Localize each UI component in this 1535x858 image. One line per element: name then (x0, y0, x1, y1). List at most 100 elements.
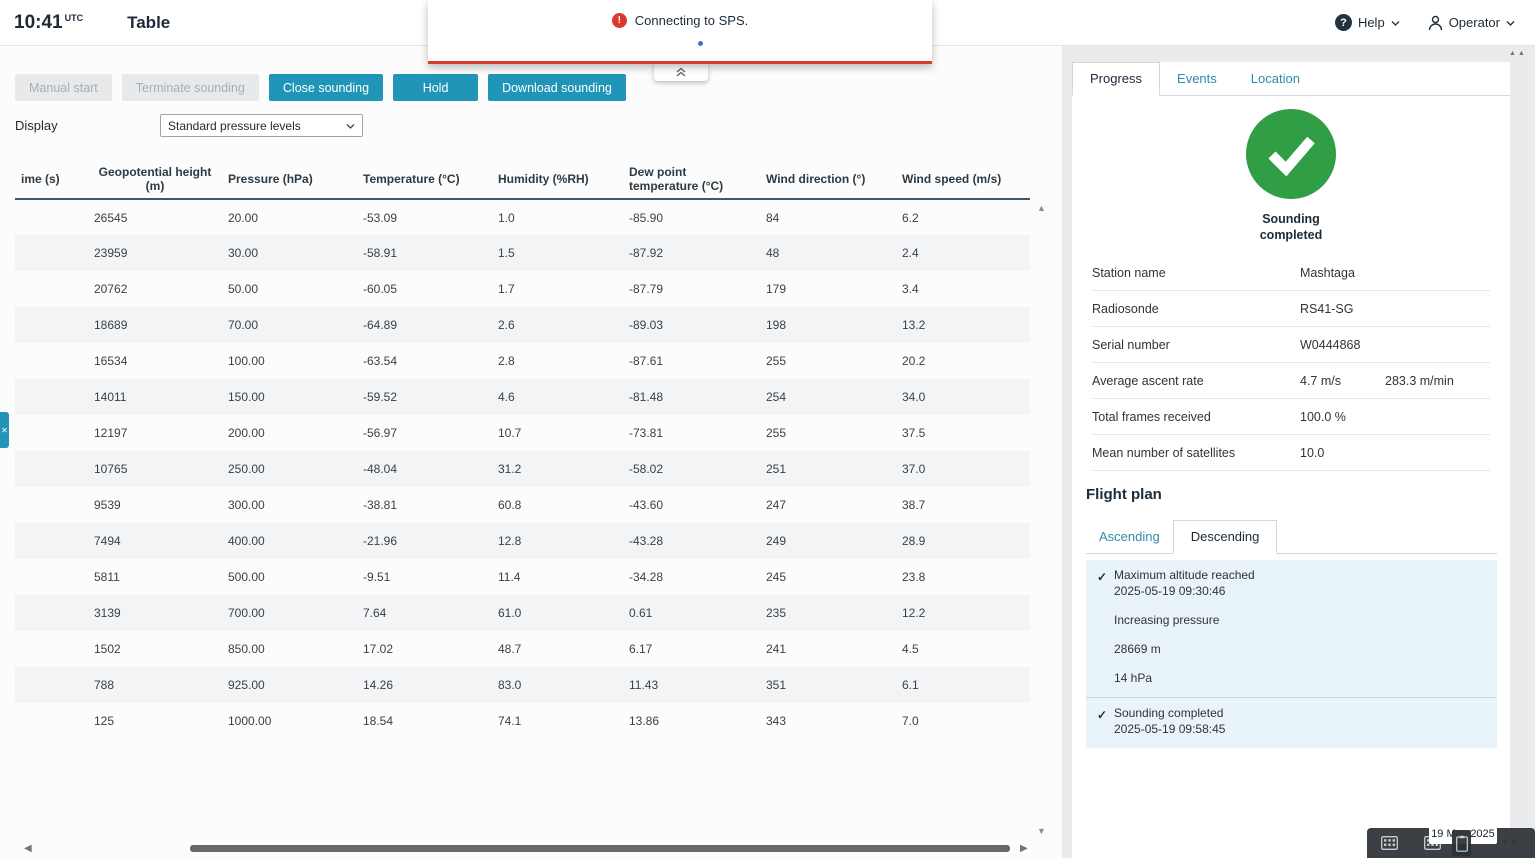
table-row[interactable]: 7494 400.00 -21.96 12.8 -43.28 249 28.9 (15, 523, 1030, 559)
table-cell: 37.5 (902, 426, 926, 440)
table-cell: 13.2 (902, 318, 926, 332)
table-cell: 249 (766, 534, 787, 548)
flight-plan-title: Flight plan (1086, 486, 1162, 503)
table-row[interactable]: 26545 20.00 -53.09 1.0 -85.90 84 6.2 (15, 199, 1030, 235)
collapse-banner-button[interactable] (654, 62, 708, 81)
chevron-down-icon (1391, 20, 1400, 26)
table-cell (15, 559, 88, 595)
table-cell (15, 307, 88, 343)
clock-time: 10:41 (14, 11, 63, 33)
table-row[interactable]: 3139 700.00 7.64 61.0 0.61 235 12.2 (15, 595, 1030, 631)
flight-tab-ascending[interactable]: Ascending (1086, 520, 1173, 553)
table-cell: 7.64 (363, 606, 387, 620)
toolbar: Manual start Terminate sounding Close soun… (15, 74, 626, 101)
table-row[interactable]: 1502 850.00 17.02 48.7 6.17 241 4.5 (15, 631, 1030, 667)
table-cell: 1502 (94, 642, 121, 656)
table-cell: 23.8 (902, 570, 926, 584)
hold-button[interactable]: Hold (393, 74, 479, 101)
sounding-table: ime (s) Geopotential height (m) Pressure (… (15, 159, 1030, 739)
column-header: Temperature (°C) (357, 159, 492, 200)
table-cell: 48.7 (498, 642, 522, 656)
table-cell: 12197 (94, 426, 128, 440)
table-cell: 4.5 (902, 642, 919, 656)
main-pane: Manual start Terminate sounding Close soun… (0, 46, 1062, 858)
hscroll-left-icon[interactable]: ◀ (24, 843, 32, 854)
table-row[interactable]: 10765 250.00 -48.04 31.2 -58.02 251 37.0 (15, 451, 1030, 487)
download-sounding-button[interactable]: Download sounding (488, 74, 626, 101)
table-body: 26545 20.00 -53.09 1.0 -85.90 84 6.2 23959 30.00… (15, 199, 1030, 739)
table-cell: 400.00 (228, 534, 265, 548)
table-cell: 251 (766, 462, 787, 476)
table-row[interactable]: 5811 500.00 -9.51 11.4 -34.28 245 23.8 (15, 559, 1030, 595)
table-cell: 11.43 (629, 678, 659, 692)
table-cell: 18.54 (363, 714, 394, 728)
table-scroll-up-icon[interactable]: ▲ (1037, 203, 1046, 213)
table-cell: 6.2 (902, 210, 919, 225)
info-row: Radiosonde RS41-SG (1092, 291, 1490, 327)
table-row[interactable]: 788 925.00 14.26 83.0 11.43 351 6.1 (15, 667, 1030, 703)
user-icon (1428, 15, 1442, 30)
table-cell: 250.00 (228, 462, 265, 476)
table-cell (15, 667, 88, 703)
tab-progress[interactable]: Progress (1072, 62, 1161, 96)
table-cell: 2.8 (498, 354, 515, 368)
tab-location[interactable]: Location (1234, 62, 1317, 95)
banner-message: ! Connecting to SPS. (428, 0, 932, 28)
event-list: ✓ Maximum altitude reached 2025-05-19 09:3… (1086, 560, 1497, 748)
table-cell: -34.28 (629, 570, 664, 584)
clipboard-icon[interactable] (1452, 830, 1471, 856)
table-cell: 20.00 (228, 210, 259, 225)
column-header: Geopotential height (m) (88, 159, 222, 200)
column-header: Pressure (hPa) (222, 159, 357, 200)
info-label: Average ascent rate (1092, 374, 1204, 388)
hscroll-right-icon[interactable]: ▶ (1020, 843, 1028, 854)
table-row[interactable]: 9539 300.00 -38.81 60.8 -43.60 247 38.7 (15, 487, 1030, 523)
info-row: Mean number of satellites 10.0 (1092, 435, 1490, 471)
table-cell (15, 451, 88, 487)
info-value: W0444868 (1300, 338, 1361, 352)
help-label: Help (1357, 15, 1385, 30)
table-cell: 198 (766, 318, 787, 332)
table-row[interactable]: 23959 30.00 -58.91 1.5 -87.92 48 2.4 (15, 235, 1030, 271)
table-cell: 50.00 (228, 282, 259, 296)
table-cell: 6.1 (902, 678, 919, 692)
display-select[interactable]: Standard pressure levels (160, 114, 363, 137)
sounding-status: Sounding completed (1259, 212, 1323, 243)
chevron-down-icon (346, 123, 355, 129)
panel-tabs: Progress Events Location (1072, 62, 1510, 96)
table-cell: 48 (766, 246, 780, 260)
info-label: Radiosonde (1092, 302, 1159, 316)
info-label: Total frames received (1092, 410, 1211, 424)
table-scroll-down-icon[interactable]: ▼ (1037, 826, 1046, 836)
table-row[interactable]: 12197 200.00 -56.97 10.7 -73.81 255 37.5 (15, 415, 1030, 451)
table-cell (15, 703, 88, 739)
column-header: Wind direction (°) (760, 159, 896, 200)
table-cell: 235 (766, 606, 787, 620)
table-row[interactable]: 18689 70.00 -64.89 2.6 -89.03 198 13.2 (15, 307, 1030, 343)
table-cell: 255 (766, 354, 787, 368)
help-menu[interactable]: ? Help (1334, 14, 1400, 31)
table-cell: 2.4 (902, 246, 919, 260)
table-row[interactable]: 125 1000.00 18.54 74.1 13.86 343 7.0 (15, 703, 1030, 739)
table-cell: 300.00 (228, 498, 265, 512)
info-value-secondary: 283.3 m/min (1385, 374, 1454, 388)
horizontal-scrollbar[interactable] (190, 845, 1010, 852)
event-title: Maximum altitude reached (1114, 568, 1255, 582)
operator-menu[interactable]: Operator (1428, 15, 1515, 31)
side-panel-toggle[interactable]: ✕ (0, 412, 9, 448)
table-cell: 34.0 (902, 390, 926, 404)
close-sounding-button[interactable]: Close sounding (268, 74, 384, 101)
table-row[interactable]: 16534 100.00 -63.54 2.8 -87.61 255 20.2 (15, 343, 1030, 379)
table-cell (15, 343, 88, 379)
panel-scroll-up-icon[interactable]: ▲▲ (1509, 50, 1527, 57)
tab-events[interactable]: Events (1160, 62, 1234, 95)
event-detail: Increasing pressure (1114, 613, 1220, 627)
table-row[interactable]: 20762 50.00 -60.05 1.7 -87.79 179 3.4 (15, 271, 1030, 307)
flight-tab-descending[interactable]: Descending (1172, 520, 1278, 554)
table-cell: 16534 (94, 354, 128, 368)
table-row[interactable]: 14011 150.00 -59.52 4.6 -81.48 254 34.0 (15, 379, 1030, 415)
event-detail: 28669 m (1114, 642, 1161, 656)
app-grid-icon[interactable] (1381, 836, 1398, 850)
table-cell: 12.2 (902, 606, 926, 620)
table-cell: -38.81 (363, 498, 398, 512)
